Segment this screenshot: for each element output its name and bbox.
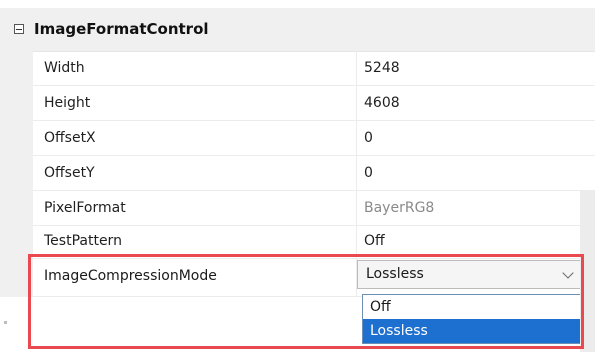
property-row-testpattern[interactable]: TestPattern Off [33, 224, 595, 259]
dropdown-option-lossless[interactable]: Lossless [363, 319, 581, 343]
column-divider [356, 156, 357, 190]
column-divider [356, 51, 357, 85]
property-name: OffsetX [44, 130, 96, 146]
property-value[interactable]: 0 [364, 165, 373, 181]
property-value[interactable]: 0 [364, 130, 373, 146]
chevron-down-icon[interactable] [562, 267, 574, 279]
property-row-pixelformat[interactable]: PixelFormat BayerRG8 [33, 191, 595, 226]
column-divider [356, 191, 357, 225]
property-row-offsety[interactable]: OffsetY 0 [33, 156, 595, 191]
column-divider [356, 121, 357, 155]
property-name: OffsetY [44, 165, 95, 181]
category-header-imageformatcontrol[interactable]: ImageFormatControl [0, 8, 595, 52]
compression-mode-dropdown-list[interactable]: Off Lossless [362, 294, 582, 344]
property-value[interactable]: 5248 [364, 60, 400, 76]
property-name: TestPattern [44, 233, 122, 249]
category-title: ImageFormatControl [34, 20, 209, 38]
property-grid-gutter [0, 51, 33, 297]
column-divider [356, 224, 357, 258]
dropdown-option-off[interactable]: Off [363, 295, 581, 319]
combobox-value: Lossless [366, 266, 424, 282]
property-name: Width [44, 60, 85, 76]
bottom-gutter [0, 297, 33, 352]
vertical-scrollbar[interactable] [580, 190, 595, 352]
property-row-height[interactable]: Height 4608 [33, 86, 595, 121]
gutter-mark [4, 321, 7, 324]
collapse-minus-icon[interactable] [14, 24, 24, 34]
property-name: ImageCompressionMode [44, 268, 217, 284]
property-row-offsetx[interactable]: OffsetX 0 [33, 121, 595, 156]
property-name: PixelFormat [44, 200, 126, 216]
property-value[interactable]: 4608 [364, 95, 400, 111]
property-name: Height [44, 95, 91, 111]
column-divider [356, 86, 357, 120]
top-strip [0, 0, 595, 8]
compression-mode-combobox[interactable]: Lossless [357, 260, 581, 289]
property-value[interactable]: Off [364, 233, 385, 249]
property-value-readonly: BayerRG8 [364, 200, 435, 216]
property-row-width[interactable]: Width 5248 [33, 51, 595, 86]
